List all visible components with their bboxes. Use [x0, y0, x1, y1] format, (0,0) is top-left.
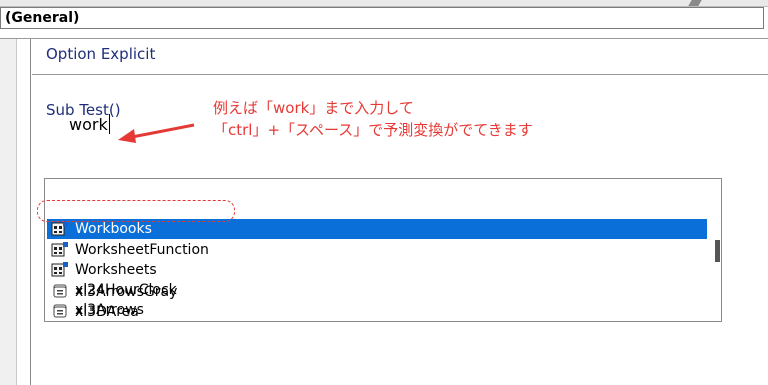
autocomplete-item[interactable]: Workbooks — [47, 219, 707, 239]
autocomplete-item[interactable]: xl3DArea — [47, 302, 707, 321]
autocomplete-item-label: Workbooks — [75, 221, 152, 237]
autocomplete-item[interactable]: Worksheets — [47, 260, 707, 280]
autocomplete-item-label: xl3ArrowsGray — [75, 284, 178, 300]
autocomplete-item-label: xl3DArea — [75, 304, 139, 320]
autocomplete-list-lower[interactable]: xl3ArrowsGray xl3DArea — [44, 282, 722, 322]
object-dropdown-value: (General) — [5, 10, 80, 26]
code-line-typed[interactable]: work — [69, 114, 110, 134]
window-top-strip — [0, 0, 768, 7]
constant-icon — [53, 306, 67, 318]
annotation-line-1: 例えば「work」まで入力して — [213, 99, 414, 117]
text-caret — [108, 114, 110, 134]
object-dropdown[interactable]: (General) — [0, 7, 764, 29]
scroll-thumb-fragment — [688, 0, 702, 6]
highlight-ring — [37, 200, 235, 222]
property-icon — [51, 221, 68, 236]
annotation-arrow-icon — [118, 123, 195, 143]
typed-text: work — [69, 115, 108, 134]
constant-icon — [53, 286, 67, 298]
gutter-line — [30, 39, 31, 385]
autocomplete-scrollbar-thumb[interactable] — [715, 240, 720, 262]
procedure-separator — [32, 74, 768, 75]
code-line-option-explicit[interactable]: Option Explicit — [46, 45, 155, 63]
autocomplete-item-label: WorksheetFunction — [75, 242, 209, 258]
annotation-text: 例えば「work」まで入力して 「ctrl」+「スペース」で予測変換がでてきます — [213, 97, 533, 141]
property-icon — [51, 242, 68, 257]
annotation-line-2: 「ctrl」+「スペース」で予測変換がでてきます — [213, 121, 533, 139]
property-icon — [51, 262, 68, 277]
autocomplete-item-label: Worksheets — [75, 262, 157, 278]
margin-indicator-bar[interactable] — [0, 39, 17, 385]
autocomplete-item[interactable]: xl3ArrowsGray — [47, 282, 707, 302]
autocomplete-item[interactable]: WorksheetFunction — [47, 240, 707, 260]
